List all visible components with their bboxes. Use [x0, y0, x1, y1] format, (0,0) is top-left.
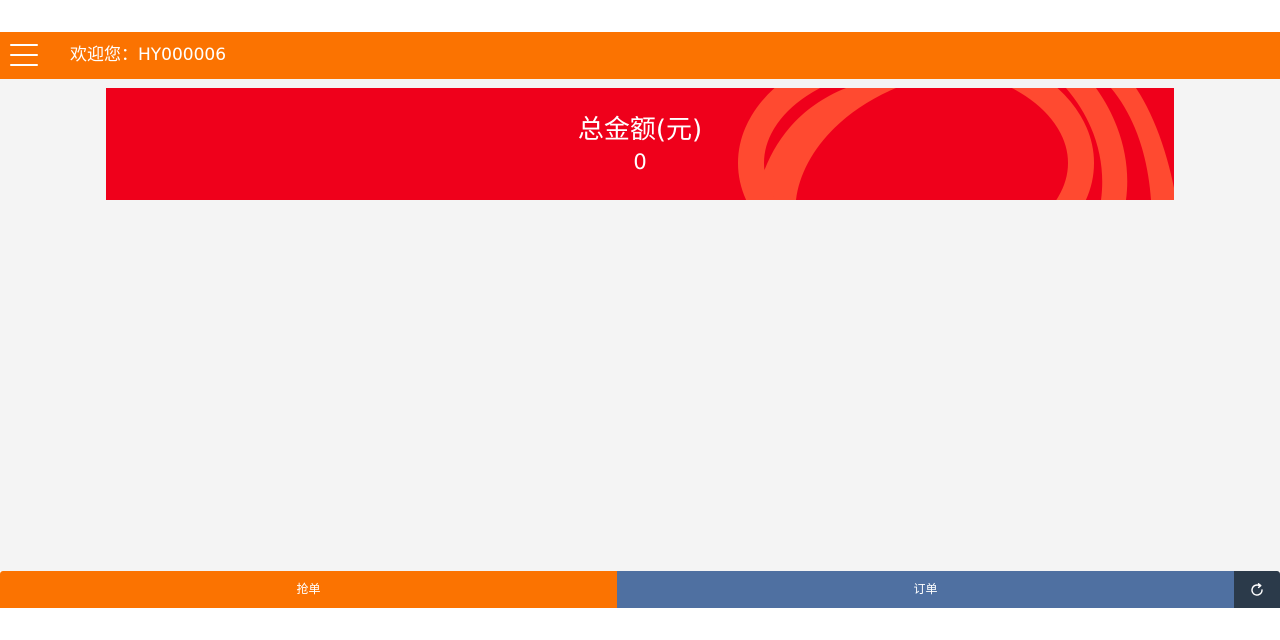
menu-line: [10, 64, 38, 66]
refresh-button[interactable]: [1234, 571, 1280, 608]
orders-tab[interactable]: 订单: [617, 571, 1234, 608]
main-content: 总金额(元) 0: [0, 79, 1280, 571]
total-amount-value: 0: [633, 150, 647, 174]
welcome-text: 欢迎您：HY000006: [70, 45, 227, 65]
top-header-bar: 欢迎您：HY000006: [0, 32, 1280, 79]
refresh-icon: [1251, 583, 1263, 596]
menu-line: [10, 54, 38, 56]
hamburger-menu-icon[interactable]: [0, 32, 48, 79]
grab-order-tab[interactable]: 抢单: [0, 571, 617, 608]
bottom-nav-bar: 抢单 订单: [0, 571, 1280, 608]
app-screen: 欢迎您：HY000006 总金额(元) 0 抢单 订单: [0, 0, 1280, 640]
banner-title: 总金额(元): [577, 115, 703, 145]
total-amount-banner: 总金额(元) 0: [106, 88, 1174, 200]
menu-line: [10, 44, 38, 46]
